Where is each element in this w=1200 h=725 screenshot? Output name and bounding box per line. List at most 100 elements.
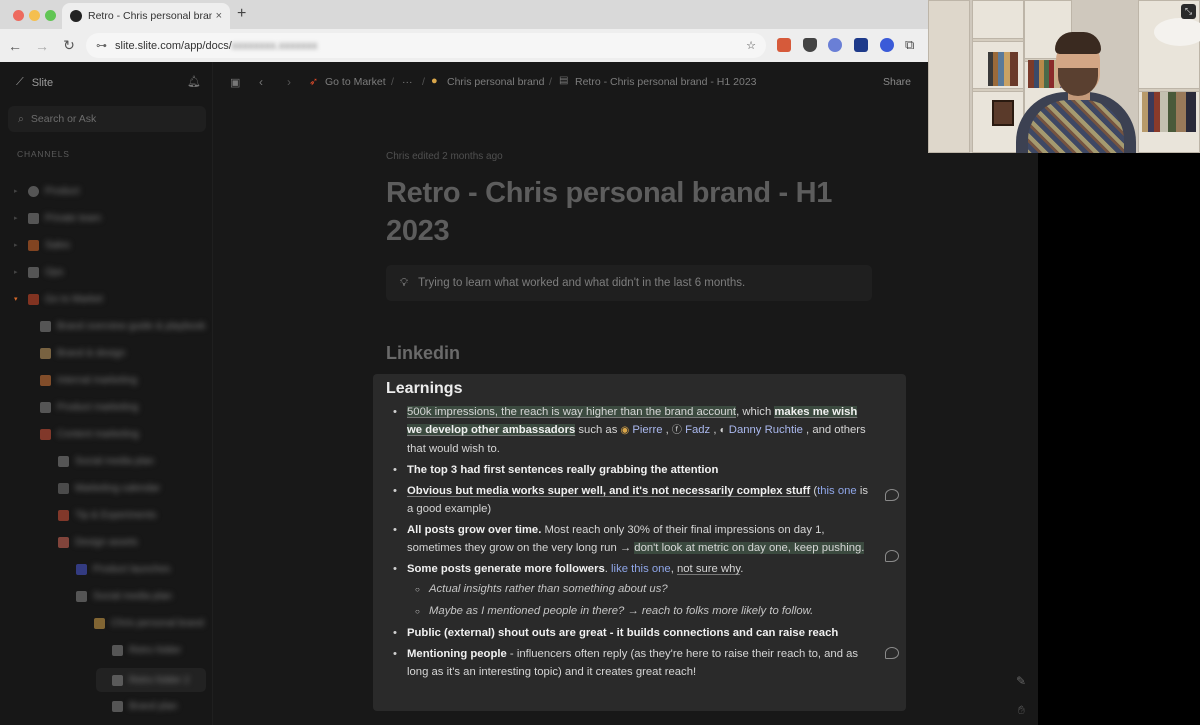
sidebar-doc[interactable]: Chris personal brand: [94, 615, 204, 631]
sidebar-doc[interactable]: Brand overview guide & playbook: [40, 318, 205, 334]
browser-toolbar: ← → ↻ ⊶ slite.slite.com/app/docs/ xxxxxx…: [0, 29, 928, 62]
extension-icon[interactable]: [880, 38, 894, 52]
sidebar-channel[interactable]: ▸ Product: [14, 183, 79, 199]
browser-tab-bar: Retro - Chris personal brand × +: [0, 0, 928, 29]
forward-nav-icon[interactable]: ›: [287, 75, 291, 89]
text: , which: [736, 406, 775, 418]
fadz-avatar-icon: ⓕ: [671, 425, 682, 436]
sidebar-channel[interactable]: ▸ Sales: [14, 237, 70, 253]
list-item[interactable]: Public (external) shout outs are great -…: [393, 624, 873, 642]
extension-icon[interactable]: [828, 38, 842, 52]
slite-favicon-icon: [70, 10, 82, 22]
tab-close-icon[interactable]: ×: [216, 10, 222, 22]
highlighted-text: don't look at metric on day one, keep pu…: [634, 542, 865, 554]
breadcrumb-separator: /: [391, 76, 394, 88]
text: ,: [710, 424, 720, 436]
rocket-icon: ➶: [309, 76, 319, 88]
extension-icon[interactable]: [777, 38, 791, 52]
sidebar-doc[interactable]: Marketing calendar: [58, 480, 160, 496]
nested-list-item[interactable]: Actual insights rather than something ab…: [415, 580, 873, 599]
shield-extension-icon[interactable]: [803, 38, 817, 52]
breadcrumb-current-doc[interactable]: Retro - Chris personal brand - H1 2023: [575, 76, 757, 88]
comment-icon[interactable]: [885, 489, 899, 501]
bell-icon[interactable]: 🔔︎: [187, 75, 201, 88]
mention-fadz[interactable]: Fadz: [685, 424, 710, 436]
sidebar-channel[interactable]: ▸ Ops: [14, 264, 63, 280]
sidebar-doc[interactable]: Product launches: [76, 561, 170, 577]
puzzle-extensions-icon[interactable]: ⧉: [905, 38, 919, 52]
maximize-window-button[interactable]: [45, 10, 56, 21]
nested-list-item[interactable]: Maybe as I mentioned people in there? → …: [415, 602, 873, 621]
share-button[interactable]: Share: [883, 76, 911, 88]
breadcrumb-separator: /: [422, 76, 425, 88]
url-blurred-text: xxxxxxxx.xxxxxxx: [231, 39, 318, 52]
bold-text: The top 3 had first sentences really gra…: [407, 464, 719, 476]
subsection-heading-learnings[interactable]: Learnings: [386, 380, 462, 398]
collapse-video-icon[interactable]: ⤡: [1181, 4, 1196, 19]
sidebar-channel[interactable]: ▸ Private team: [14, 210, 101, 226]
address-bar[interactable]: ⊶ slite.slite.com/app/docs/ xxxxxxxx.xxx…: [86, 33, 766, 58]
help-hand-icon[interactable]: ✋︎: [1018, 703, 1025, 718]
lightbulb-icon: 💡︎: [400, 276, 409, 289]
list-item[interactable]: Mentioning people - influencers often re…: [393, 645, 873, 681]
sidebar-doc[interactable]: Product marketing: [40, 399, 138, 415]
list-item[interactable]: All posts grow over time. Most reach onl…: [393, 521, 873, 557]
close-window-button[interactable]: [13, 10, 24, 21]
sidebar-doc[interactable]: Content marketing: [40, 426, 139, 442]
mention-danny-ruchtie[interactable]: Danny Ruchtie: [729, 424, 803, 436]
page-title[interactable]: Retro - Chris personal brand - H1 2023: [386, 174, 866, 250]
extension-icon[interactable]: [854, 38, 868, 52]
bold-text: Mentioning people: [407, 648, 507, 660]
back-icon[interactable]: ←: [3, 38, 27, 54]
bookmark-star-icon[interactable]: ☆: [746, 39, 756, 52]
sidebar: ⟋ Slite 🔔︎ ⌕ Search or Ask CHANNELS ▸ Pro…: [0, 62, 213, 725]
mention-pierre[interactable]: Pierre: [632, 424, 662, 436]
channels-header: CHANNELS: [17, 149, 70, 159]
sidebar-doc[interactable]: Internal marketing: [40, 372, 137, 388]
underlined-text: not sure why: [676, 563, 741, 575]
browser-tab[interactable]: Retro - Chris personal brand ×: [62, 3, 230, 29]
site-info-icon[interactable]: ⊶: [96, 39, 107, 52]
sidebar-doc[interactable]: Social media plan: [58, 453, 154, 469]
sidebar-doc[interactable]: Social media plan: [76, 588, 172, 604]
reload-icon[interactable]: ↻: [57, 37, 81, 54]
search-input[interactable]: ⌕ Search or Ask: [8, 106, 206, 132]
text: such as: [575, 424, 621, 436]
sidebar-doc[interactable]: Brand & design: [40, 345, 125, 361]
forward-icon[interactable]: →: [30, 38, 54, 54]
breadcrumb-separator: /: [549, 76, 552, 88]
list-item[interactable]: 500k impressions, the reach is way highe…: [393, 403, 873, 458]
sidebar-doc[interactable]: Design assets: [58, 534, 138, 550]
highlighted-text: 500k impressions, the reach is way highe…: [407, 406, 737, 418]
search-placeholder: Search or Ask: [30, 113, 97, 125]
list-item[interactable]: Obvious but media works super well, and …: [393, 482, 873, 518]
breadcrumb-ellipsis[interactable]: ···: [402, 76, 413, 88]
text: ,: [662, 424, 672, 436]
pierre-avatar-icon: ◉: [620, 425, 630, 436]
minimize-window-button[interactable]: [29, 10, 40, 21]
sidebar-doc-selected[interactable]: Retro folder 2: [112, 672, 190, 688]
link-like-this-one[interactable]: like this one: [611, 563, 671, 575]
section-heading-linkedin[interactable]: Linkedin: [386, 343, 460, 364]
new-tab-button[interactable]: +: [237, 5, 246, 23]
back-nav-icon[interactable]: ‹: [259, 75, 263, 89]
list-item[interactable]: The top 3 had first sentences really gra…: [393, 461, 873, 479]
sidebar-channel[interactable]: ▾ Go to Market: [14, 291, 103, 307]
webcam-video-overlay: [928, 0, 1200, 153]
workspace-brand[interactable]: ⟋ Slite: [16, 76, 53, 89]
focused-block-learnings[interactable]: Learnings 500k impressions, the reach is…: [373, 374, 906, 711]
comment-icon[interactable]: [885, 647, 899, 659]
sidebar-doc[interactable]: Tip & Experiments: [58, 507, 156, 523]
list-item[interactable]: Some posts generate more followers. like…: [393, 560, 873, 621]
sidebar-doc[interactable]: Retro folder: [112, 642, 181, 658]
link-this-one[interactable]: this one: [817, 485, 857, 497]
magic-wand-icon[interactable]: ✎: [1016, 674, 1026, 688]
callout-block[interactable]: 💡︎ Trying to learn what worked and what …: [386, 265, 872, 301]
danny-avatar-icon: ◐: [719, 425, 726, 436]
sidebar-doc[interactable]: Brand plan: [112, 698, 177, 714]
callout-text: Trying to learn what worked and what did…: [418, 277, 746, 289]
comment-icon[interactable]: [885, 550, 899, 562]
breadcrumb-go-to-market[interactable]: Go to Market: [325, 76, 386, 88]
breadcrumb-chris-personal-brand[interactable]: Chris personal brand: [447, 76, 544, 88]
toggle-sidebar-icon[interactable]: ▣: [230, 76, 240, 89]
